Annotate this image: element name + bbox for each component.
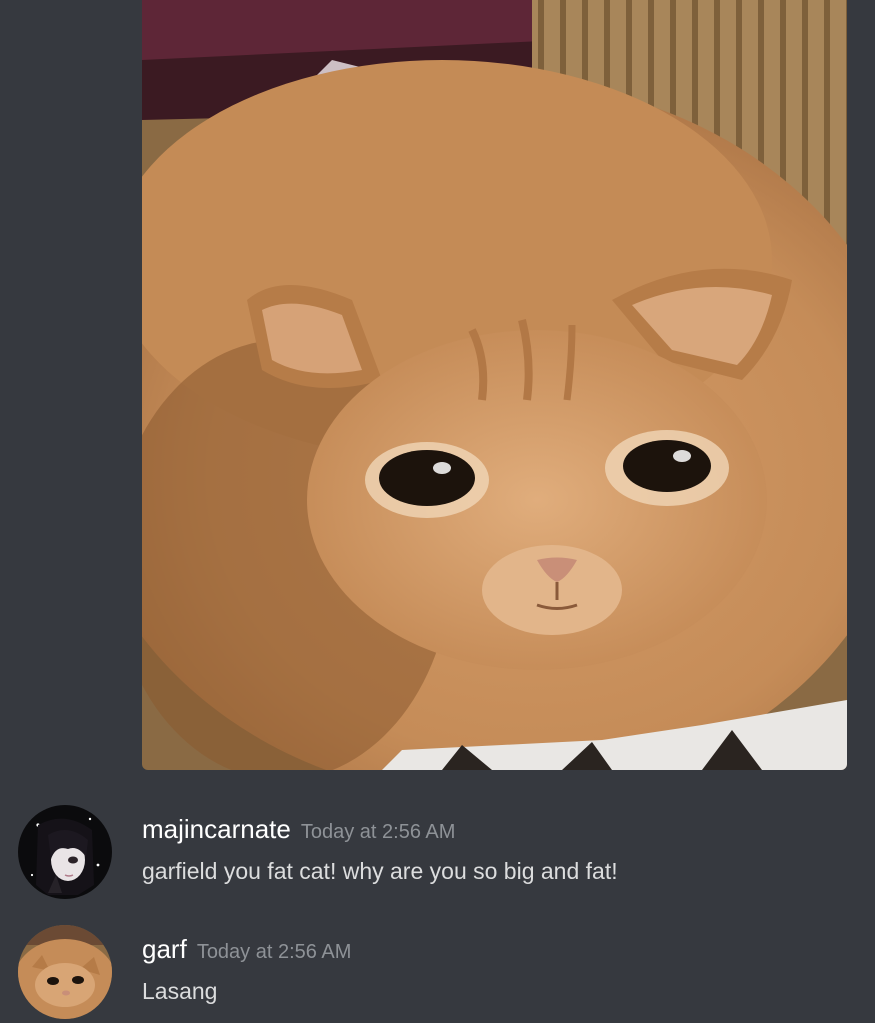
chat-message-list: majincarnate Today at 2:56 AM garfield yo… (0, 0, 875, 1023)
message-text: garfield you fat cat! why are you so big… (142, 858, 618, 884)
chat-message: majincarnate Today at 2:56 AM garfield yo… (0, 805, 875, 905)
username[interactable]: garf (142, 934, 187, 964)
chat-message: garf Today at 2:56 AM Lasang (0, 925, 875, 1023)
message-text: Lasang (142, 978, 218, 1004)
image-attachment[interactable] (142, 0, 847, 770)
message-header: majincarnate Today at 2:56 AM (142, 813, 455, 850)
user-avatar[interactable] (18, 925, 112, 1019)
user-avatar[interactable] (18, 805, 112, 899)
timestamp: Today at 2:56 AM (196, 941, 352, 963)
timestamp: Today at 2:56 AM (300, 821, 456, 843)
anime-girl-avatar (18, 805, 112, 899)
message-header: garf Today at 2:56 AM (142, 933, 351, 970)
cat-avatar (18, 925, 112, 1019)
cat-photo (142, 0, 847, 770)
username[interactable]: majincarnate (142, 814, 291, 844)
